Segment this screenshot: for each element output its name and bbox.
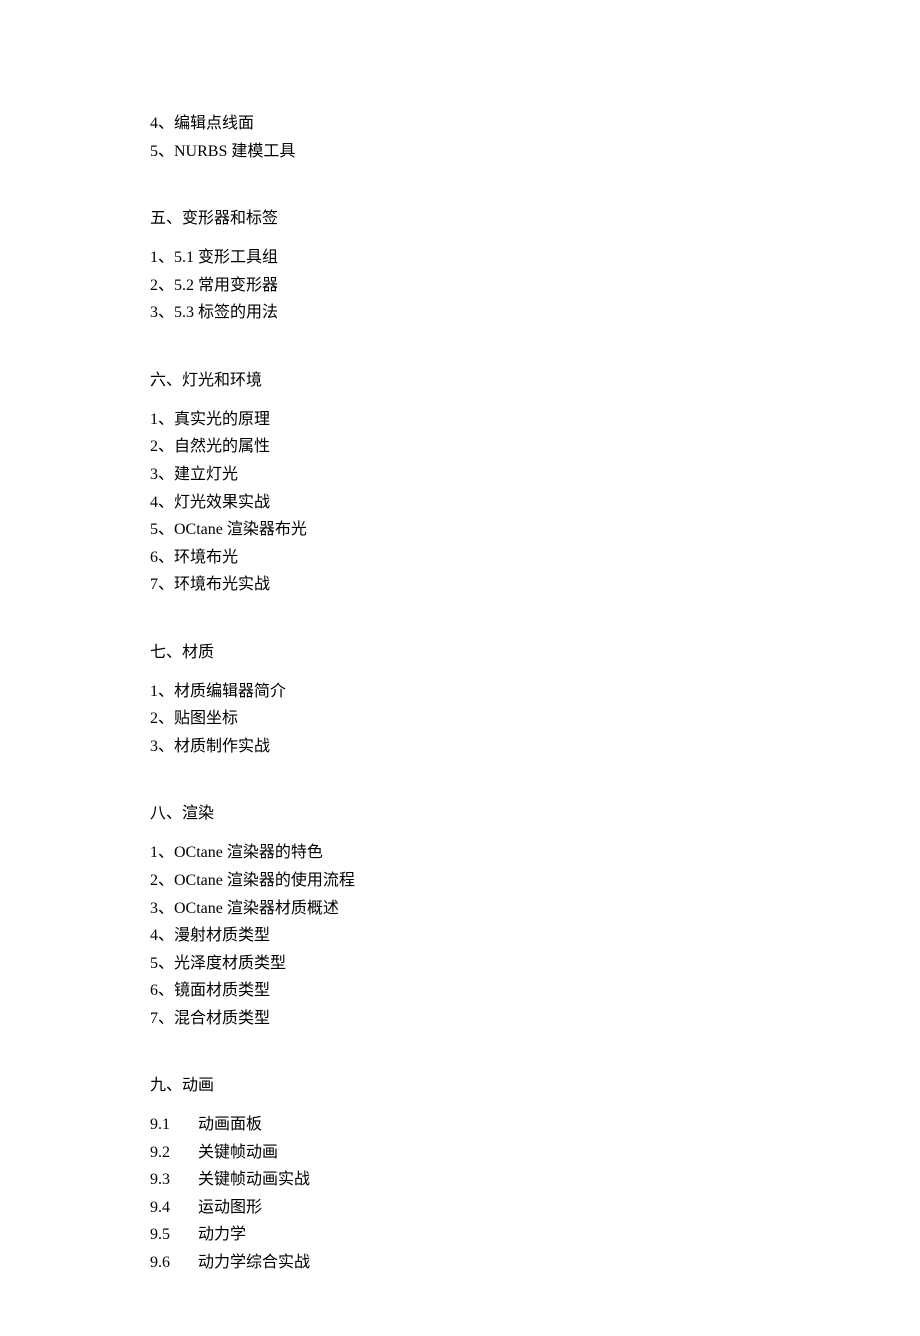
list-item: 2、5.2 常用变形器 — [150, 272, 770, 300]
list-item: 6、环境布光 — [150, 544, 770, 572]
section-9-items: 9.1 动画面板 9.2 关键帧动画 9.3 关键帧动画实战 9.4 运动图形 … — [150, 1111, 770, 1276]
list-item: 1、5.1 变形工具组 — [150, 244, 770, 272]
section-title-5: 五、变形器和标签 — [150, 205, 770, 232]
item-number: 9.2 — [150, 1139, 198, 1167]
item-label: 动力学 — [198, 1221, 246, 1249]
section-title-6: 六、灯光和环境 — [150, 367, 770, 394]
list-item: 3、5.3 标签的用法 — [150, 299, 770, 327]
continued-section-items: 4、编辑点线面 5、NURBS 建模工具 — [150, 110, 770, 165]
section-8-items: 1、OCtane 渲染器的特色 2、OCtane 渲染器的使用流程 3、OCta… — [150, 839, 770, 1032]
list-item: 3、OCtane 渲染器材质概述 — [150, 895, 770, 923]
list-item: 6、镜面材质类型 — [150, 977, 770, 1005]
section-title-8: 八、渲染 — [150, 800, 770, 827]
list-item: 5、NURBS 建模工具 — [150, 138, 770, 166]
list-item: 2、贴图坐标 — [150, 705, 770, 733]
list-item: 1、材质编辑器简介 — [150, 678, 770, 706]
section-6-items: 1、真实光的原理 2、自然光的属性 3、建立灯光 4、灯光效果实战 5、OCta… — [150, 406, 770, 599]
item-number: 9.5 — [150, 1221, 198, 1249]
item-label: 动力学综合实战 — [198, 1249, 310, 1277]
item-number: 9.1 — [150, 1111, 198, 1139]
item-number: 9.3 — [150, 1166, 198, 1194]
list-item: 2、自然光的属性 — [150, 433, 770, 461]
list-item: 4、编辑点线面 — [150, 110, 770, 138]
list-item: 4、灯光效果实战 — [150, 489, 770, 517]
list-item: 2、OCtane 渲染器的使用流程 — [150, 867, 770, 895]
section-title-9: 九、动画 — [150, 1072, 770, 1099]
section-title-7: 七、材质 — [150, 639, 770, 666]
item-number: 9.6 — [150, 1249, 198, 1277]
list-item: 1、真实光的原理 — [150, 406, 770, 434]
section-5-items: 1、5.1 变形工具组 2、5.2 常用变形器 3、5.3 标签的用法 — [150, 244, 770, 327]
list-item: 9.1 动画面板 — [150, 1111, 770, 1139]
list-item: 9.6 动力学综合实战 — [150, 1249, 770, 1277]
item-number: 9.4 — [150, 1194, 198, 1222]
section-7-items: 1、材质编辑器简介 2、贴图坐标 3、材质制作实战 — [150, 678, 770, 761]
item-label: 运动图形 — [198, 1194, 262, 1222]
item-label: 关键帧动画 — [198, 1139, 278, 1167]
item-label: 动画面板 — [198, 1111, 262, 1139]
list-item: 9.4 运动图形 — [150, 1194, 770, 1222]
list-item: 9.5 动力学 — [150, 1221, 770, 1249]
list-item: 3、材质制作实战 — [150, 733, 770, 761]
list-item: 9.2 关键帧动画 — [150, 1139, 770, 1167]
list-item: 3、建立灯光 — [150, 461, 770, 489]
list-item: 5、OCtane 渲染器布光 — [150, 516, 770, 544]
list-item: 1、OCtane 渲染器的特色 — [150, 839, 770, 867]
list-item: 7、混合材质类型 — [150, 1005, 770, 1033]
item-label: 关键帧动画实战 — [198, 1166, 310, 1194]
list-item: 9.3 关键帧动画实战 — [150, 1166, 770, 1194]
list-item: 7、环境布光实战 — [150, 571, 770, 599]
list-item: 4、漫射材质类型 — [150, 922, 770, 950]
list-item: 5、光泽度材质类型 — [150, 950, 770, 978]
